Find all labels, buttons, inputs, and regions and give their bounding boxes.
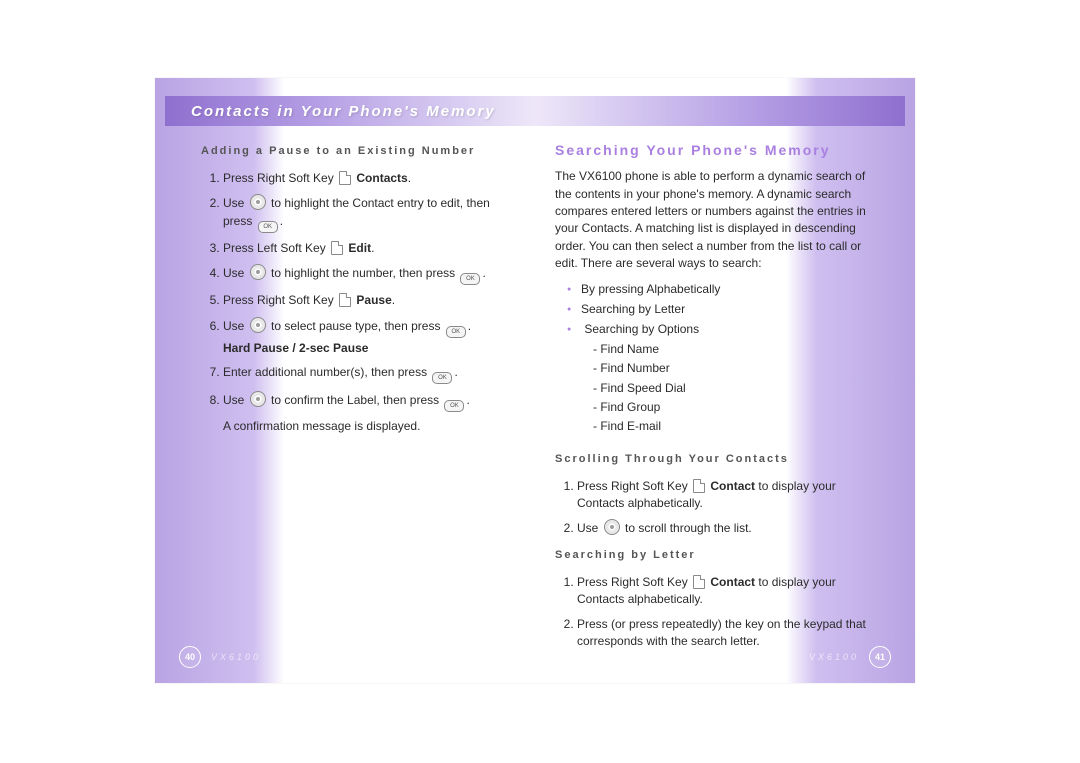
page-left: Contacts in Your Phone's Memory Adding a… (155, 78, 535, 683)
scroll-head: Scrolling Through Your Contacts (555, 452, 869, 468)
step-2: Use to scroll through the list. (577, 519, 869, 537)
left-content: Adding a Pause to an Existing Number Pre… (201, 140, 515, 635)
left-steps: Press Right Soft Key Contacts. Use to hi… (201, 170, 515, 435)
doc-icon (339, 171, 351, 185)
nav-icon (250, 317, 266, 333)
ok-icon: OK (258, 221, 278, 233)
step-2: Use to highlight the Contact entry to ed… (223, 194, 515, 232)
step-8: Use to confirm the Label, then press OK.… (223, 391, 515, 435)
step-1: Press Right Soft Key Contact to display … (577, 574, 869, 609)
doc-icon (693, 575, 705, 589)
intro-paragraph: The VX6100 phone is able to perform a dy… (555, 168, 869, 272)
scroll-steps: Press Right Soft Key Contact to display … (555, 478, 869, 538)
search-ways-list: By pressing Alphabetically Searching by … (555, 281, 869, 436)
section-title: Searching Your Phone's Memory (555, 140, 869, 160)
nav-icon (604, 519, 620, 535)
chapter-header: Contacts in Your Phone's Memory (165, 96, 535, 126)
step-3: Press Left Soft Key Edit. (223, 240, 515, 257)
list-item: By pressing Alphabetically (567, 281, 869, 298)
nav-icon (250, 391, 266, 407)
pause-types: Hard Pause / 2-sec Pause (223, 340, 515, 357)
sub-options: - Find Name - Find Number - Find Speed D… (593, 341, 869, 436)
page-number: 41 (869, 646, 891, 668)
letter-steps: Press Right Soft Key Contact to display … (555, 574, 869, 651)
step-1: Press Right Soft Key Contacts. (223, 170, 515, 187)
left-footer: 40 VX6100 (179, 645, 261, 669)
ok-icon: OK (444, 400, 464, 412)
ok-icon: OK (432, 372, 452, 384)
nav-icon (250, 264, 266, 280)
list-item: Searching by Options - Find Name - Find … (567, 321, 869, 435)
step-5: Press Right Soft Key Pause. (223, 292, 515, 309)
left-subhead: Adding a Pause to an Existing Number (201, 144, 515, 160)
step-4: Use to highlight the number, then press … (223, 264, 515, 285)
page-right: Searching Your Phone's Memory The VX6100… (535, 78, 915, 683)
model-label: VX6100 (809, 652, 859, 662)
chapter-title: Contacts in Your Phone's Memory (191, 103, 496, 120)
list-item: Searching by Letter (567, 301, 869, 318)
ok-icon: OK (446, 326, 466, 338)
page-number: 40 (179, 646, 201, 668)
step-6: Use to select pause type, then press OK.… (223, 317, 515, 357)
chapter-header-right (535, 96, 905, 126)
doc-icon (693, 479, 705, 493)
ok-icon: OK (460, 273, 480, 285)
right-content: Searching Your Phone's Memory The VX6100… (555, 140, 869, 635)
doc-icon (339, 293, 351, 307)
nav-icon (250, 194, 266, 210)
step-7: Enter additional number(s), then press O… (223, 364, 515, 384)
manual-spread: Contacts in Your Phone's Memory Adding a… (155, 78, 915, 683)
letter-head: Searching by Letter (555, 548, 869, 564)
confirm-note: A confirmation message is displayed. (223, 418, 515, 435)
model-label: VX6100 (211, 652, 261, 662)
doc-icon (331, 241, 343, 255)
step-1: Press Right Soft Key Contact to display … (577, 478, 869, 513)
right-footer: VX6100 41 (809, 645, 891, 669)
